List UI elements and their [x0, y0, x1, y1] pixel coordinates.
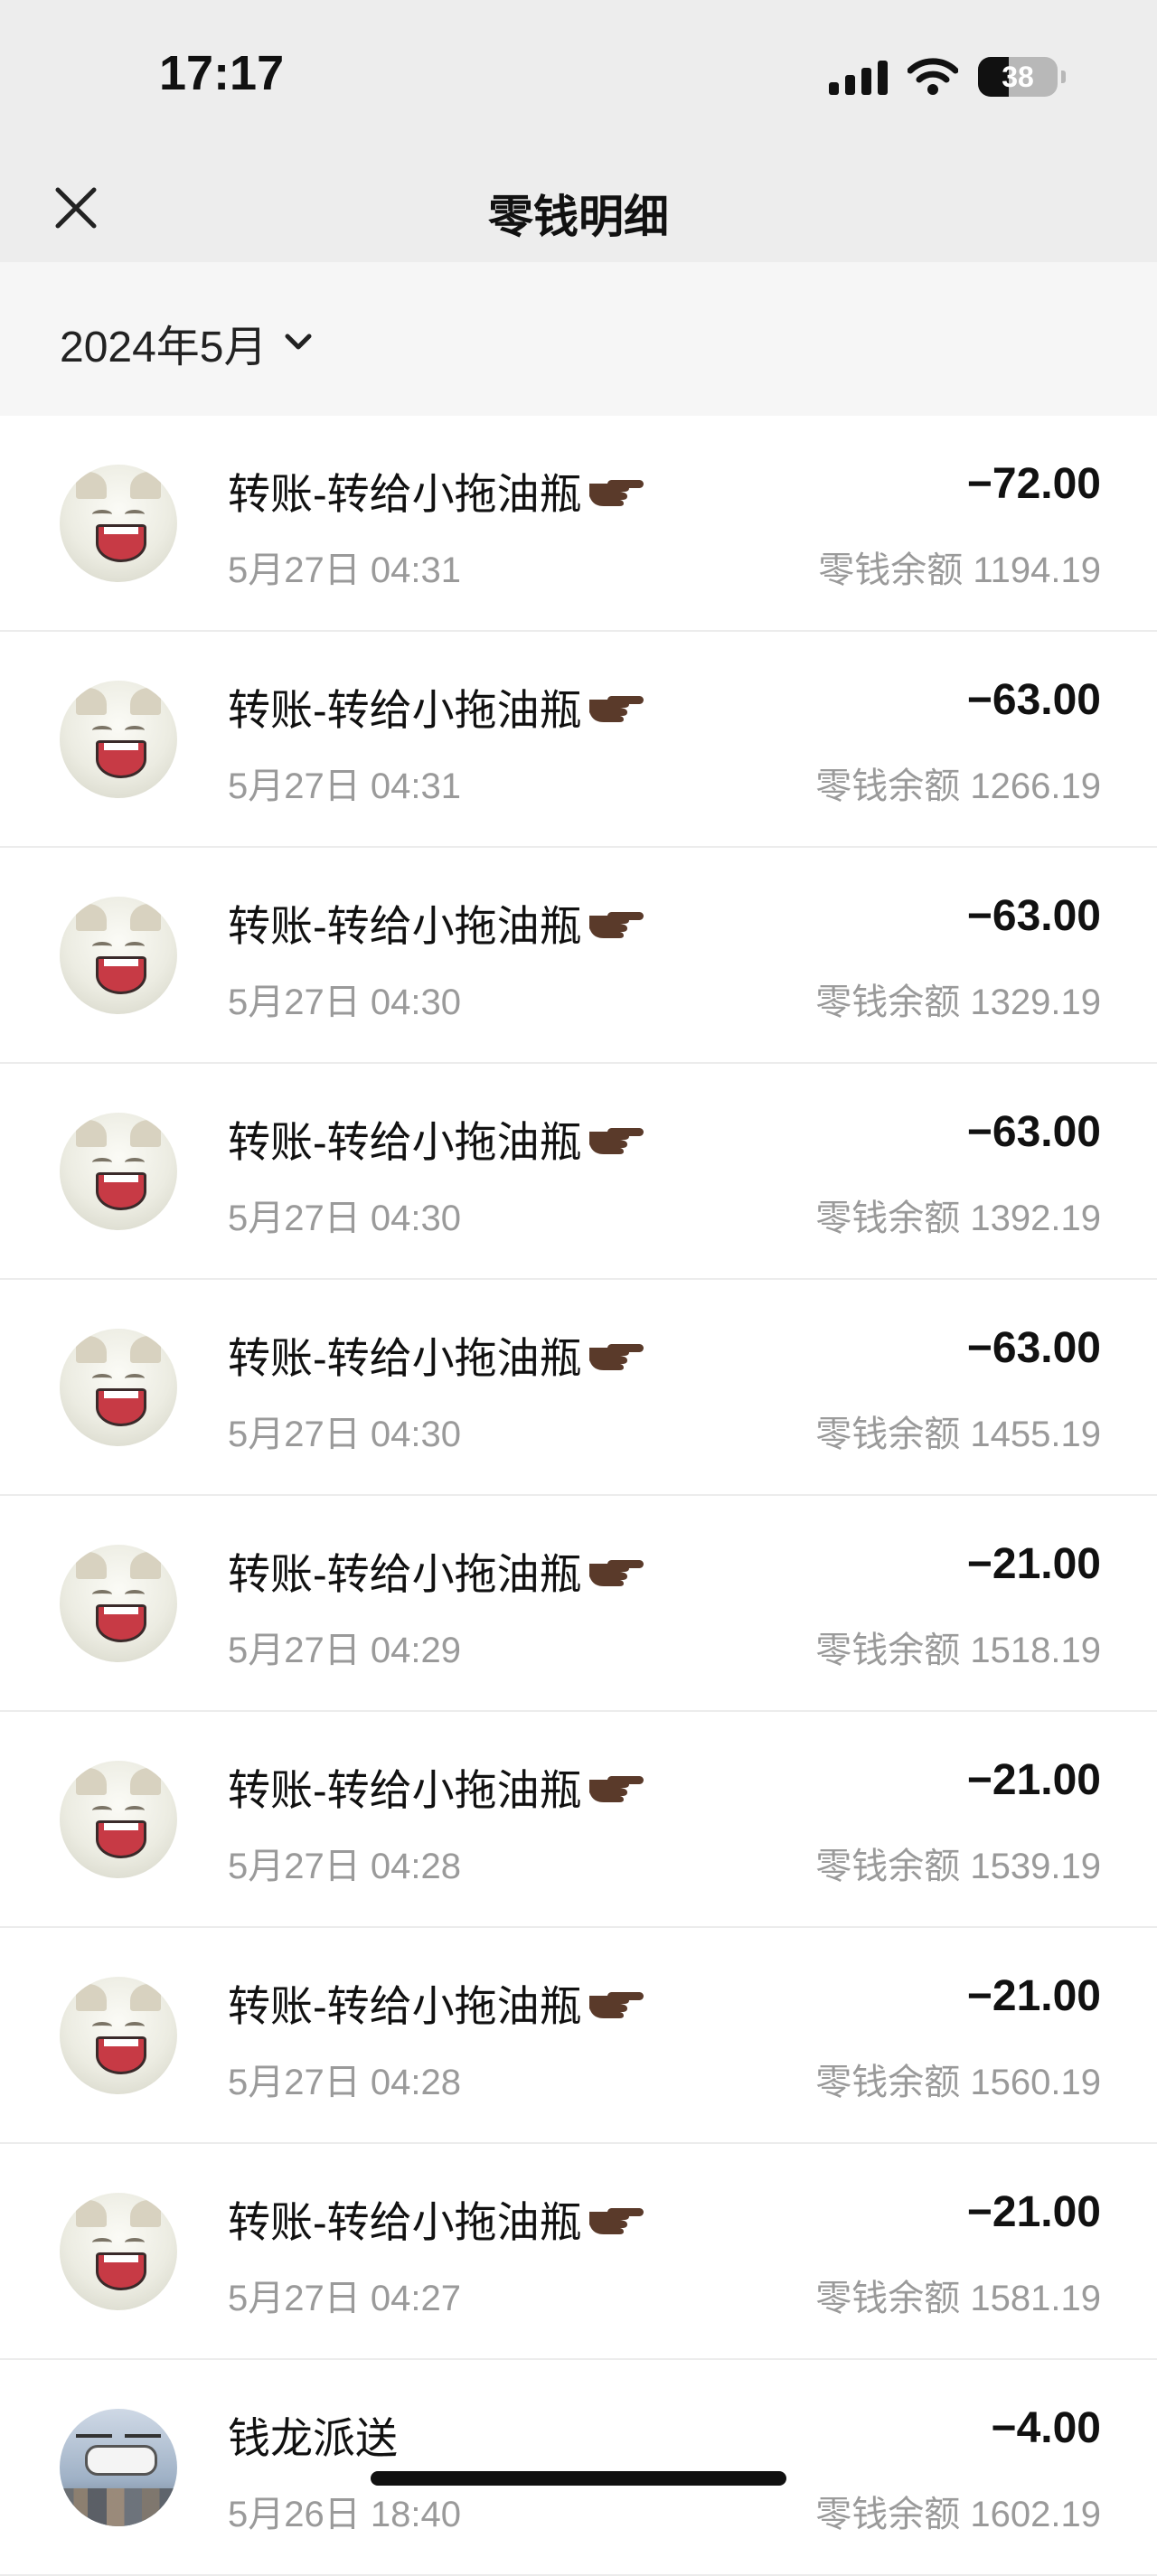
transaction-title-text: 转账-转给小拖油瓶: [228, 2198, 582, 2246]
avatar: [60, 2409, 177, 2526]
transaction-row[interactable]: 转账-转给小拖油瓶 5月27日 04:30 −63.00 零钱余额 1392.19: [0, 1064, 1157, 1280]
battery-icon: 38: [978, 57, 1066, 97]
transaction-amount: −21.00: [966, 1540, 1101, 1588]
transaction-title-text: 转账-转给小拖油瓶: [228, 1118, 582, 1166]
transaction-balance: 零钱余额 1602.19: [815, 2495, 1101, 2534]
transaction-title: 转账-转给小拖油瓶: [228, 891, 645, 954]
pointing-hand-icon: [588, 475, 645, 507]
nav-bar: 零钱明细: [0, 154, 1157, 262]
avatar: [60, 1113, 177, 1230]
transaction-title: 钱龙派送: [228, 2403, 398, 2466]
cellular-signal-icon: [829, 59, 888, 95]
pointing-hand-icon: [588, 1987, 645, 2019]
transaction-balance: 零钱余额 1539.19: [815, 1847, 1101, 1886]
transaction-row[interactable]: 转账-转给小拖油瓶 5月27日 04:30 −63.00 零钱余额 1455.19: [0, 1280, 1157, 1496]
transaction-row[interactable]: 钱龙派送 5月26日 18:40 −4.00 零钱余额 1602.19: [0, 2360, 1157, 2576]
transaction-date: 5月27日 04:30: [228, 1415, 461, 1454]
transaction-title-text: 转账-转给小拖油瓶: [228, 470, 582, 518]
avatar: [60, 1545, 177, 1662]
transaction-title-text: 转账-转给小拖油瓶: [228, 1766, 582, 1814]
transaction-balance: 零钱余额 1581.19: [815, 2279, 1101, 2318]
battery-level: 38: [1002, 60, 1034, 93]
transaction-balance: 零钱余额 1455.19: [815, 1415, 1101, 1454]
avatar: [60, 681, 177, 798]
transaction-amount: −63.00: [966, 1324, 1101, 1372]
transaction-row[interactable]: 转账-转给小拖油瓶 5月27日 04:27 −21.00 零钱余额 1581.19: [0, 2144, 1157, 2360]
avatar: [60, 1329, 177, 1446]
transaction-row[interactable]: 转账-转给小拖油瓶 5月27日 04:28 −21.00 零钱余额 1560.19: [0, 1928, 1157, 2144]
transaction-balance: 零钱余额 1518.19: [815, 1631, 1101, 1670]
transaction-row[interactable]: 转账-转给小拖油瓶 5月27日 04:31 −63.00 零钱余额 1266.19: [0, 632, 1157, 848]
status-bar: 17:17 38: [0, 0, 1157, 154]
transaction-amount: −21.00: [966, 1972, 1101, 2020]
transaction-amount: −72.00: [966, 460, 1101, 508]
page-title: 零钱明细: [488, 192, 669, 242]
transaction-title-text: 转账-转给小拖油瓶: [228, 1550, 582, 1598]
transaction-title-text: 转账-转给小拖油瓶: [228, 1334, 582, 1382]
avatar: [60, 2193, 177, 2310]
transaction-title: 转账-转给小拖油瓶: [228, 459, 645, 522]
month-label: 2024年5月: [60, 324, 268, 371]
wifi-icon: [908, 58, 958, 96]
avatar: [60, 465, 177, 582]
transaction-amount: −63.00: [966, 1108, 1101, 1156]
transaction-date: 5月27日 04:30: [228, 982, 461, 1022]
transaction-amount: −21.00: [966, 2188, 1101, 2236]
month-selector[interactable]: 2024年5月: [60, 311, 314, 374]
transaction-date: 5月27日 04:28: [228, 2063, 461, 2102]
transaction-date: 5月27日 04:29: [228, 1631, 461, 1670]
pointing-hand-icon: [588, 907, 645, 939]
pointing-hand-icon: [588, 1771, 645, 1803]
avatar: [60, 897, 177, 1014]
transaction-row[interactable]: 转账-转给小拖油瓶 5月27日 04:29 −21.00 零钱余额 1518.19: [0, 1496, 1157, 1712]
transaction-row[interactable]: 转账-转给小拖油瓶 5月27日 04:31 −72.00 零钱余额 1194.19: [0, 416, 1157, 632]
transaction-title-text: 转账-转给小拖油瓶: [228, 1982, 582, 2030]
pointing-hand-icon: [588, 2203, 645, 2235]
transaction-title: 转账-转给小拖油瓶: [228, 1539, 645, 1602]
transaction-title: 转账-转给小拖油瓶: [228, 2187, 645, 2250]
transaction-balance: 零钱余额 1392.19: [815, 1199, 1101, 1238]
transaction-row[interactable]: 转账-转给小拖油瓶 5月27日 04:30 −63.00 零钱余额 1329.19: [0, 848, 1157, 1064]
transaction-title: 转账-转给小拖油瓶: [228, 1971, 645, 2034]
transaction-date: 5月27日 04:28: [228, 1847, 461, 1886]
transaction-amount: −4.00: [991, 2404, 1101, 2452]
transaction-date: 5月27日 04:31: [228, 550, 461, 590]
pointing-hand-icon: [588, 1555, 645, 1587]
month-bar: 2024年5月: [0, 262, 1157, 416]
transaction-date: 5月26日 18:40: [228, 2495, 461, 2534]
pointing-hand-icon: [588, 1339, 645, 1371]
chevron-down-icon: [283, 332, 314, 353]
transaction-title: 转账-转给小拖油瓶: [228, 675, 645, 738]
transaction-date: 5月27日 04:30: [228, 1199, 461, 1238]
transaction-balance: 零钱余额 1329.19: [815, 982, 1101, 1022]
transaction-amount: −63.00: [966, 676, 1101, 724]
transaction-amount: −63.00: [966, 892, 1101, 940]
avatar: [60, 1977, 177, 2094]
status-icons: 38: [829, 54, 1066, 99]
transaction-row[interactable]: 转账-转给小拖油瓶 5月27日 04:28 −21.00 零钱余额 1539.19: [0, 1712, 1157, 1928]
transaction-date: 5月27日 04:31: [228, 766, 461, 806]
avatar: [60, 1761, 177, 1878]
transaction-amount: −21.00: [966, 1756, 1101, 1804]
transaction-balance: 零钱余额 1266.19: [815, 766, 1101, 806]
status-time: 17:17: [159, 46, 285, 100]
pointing-hand-icon: [588, 691, 645, 723]
transaction-title: 转账-转给小拖油瓶: [228, 1755, 645, 1818]
transaction-title: 转账-转给小拖油瓶: [228, 1323, 645, 1386]
transaction-balance: 零钱余额 1560.19: [815, 2063, 1101, 2102]
home-indicator[interactable]: [371, 2471, 786, 2486]
transaction-list: 转账-转给小拖油瓶 5月27日 04:31 −72.00 零钱余额 1194.19 转账…: [0, 416, 1157, 2576]
transaction-title: 转账-转给小拖油瓶: [228, 1107, 645, 1170]
transaction-balance: 零钱余额 1194.19: [818, 550, 1101, 590]
transaction-title-text: 转账-转给小拖油瓶: [228, 686, 582, 734]
transaction-title-text: 钱龙派送: [228, 2414, 398, 2462]
transaction-date: 5月27日 04:27: [228, 2279, 461, 2318]
transaction-title-text: 转账-转给小拖油瓶: [228, 902, 582, 950]
pointing-hand-icon: [588, 1123, 645, 1155]
